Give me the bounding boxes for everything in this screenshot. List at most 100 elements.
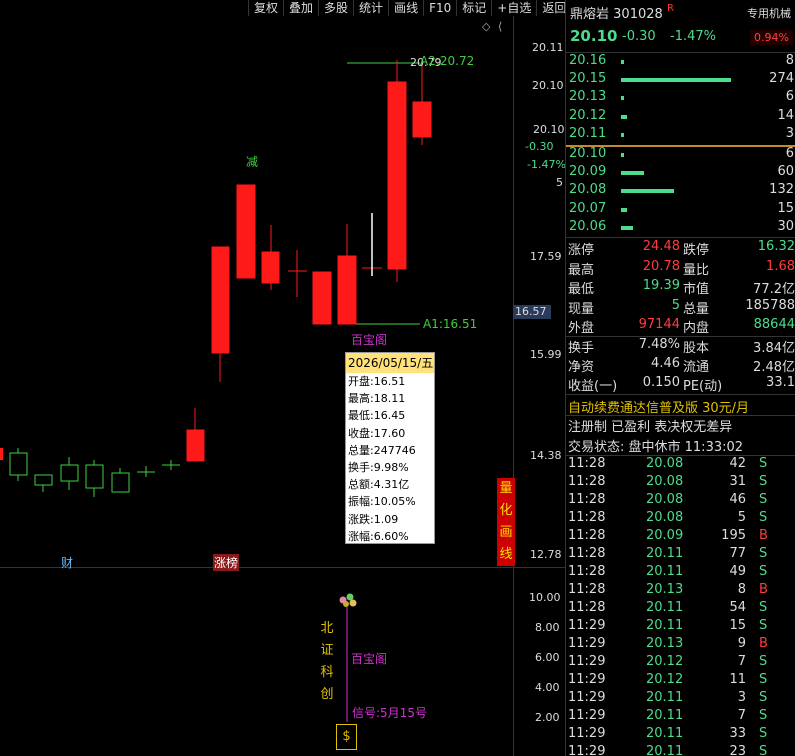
tick-price: 20.08 [646,456,684,471]
diamond-icon[interactable]: ◇ [482,20,490,33]
tick-volume: 7 [737,708,746,723]
tick-row[interactable]: 11:29 20.13 9 B [566,636,795,654]
tick-row[interactable]: 11:29 20.11 3 S [566,690,795,708]
tick-volume: 31 [729,474,746,489]
quote-label: 涨停 [568,243,595,258]
tick-row[interactable]: 11:29 20.11 7 S [566,708,795,726]
quote-value: 0.150 [642,375,680,390]
kline-chart[interactable]: 减 20.79 A2:20.72 A1:16.51 百宝阁 财 涨榜 量化画线 … [0,0,566,756]
quote-label: 总量 [683,301,710,317]
quant-drawline-label[interactable]: 量化画线 [497,478,515,566]
tick-row[interactable]: 11:29 20.12 7 S [566,654,795,672]
tick-row[interactable]: 11:29 20.12 11 S [566,672,795,690]
toolbar-tongji-button[interactable]: 统计 [353,0,388,16]
zhangbang-marker[interactable]: 涨榜 [213,554,240,571]
tick-volume: 33 [729,726,746,741]
tick-row[interactable]: 11:28 20.11 49 S [566,564,795,582]
tooltip-line: 总额:4.31亿 [348,478,410,492]
order-volume: 30 [777,218,794,234]
order-volume-bar [621,153,624,157]
tick-volume: 77 [729,546,746,561]
high-line-label: A2:20.72 [420,54,475,68]
sell-order-row[interactable]: 20.13 6 [566,89,795,106]
order-price: 20.12 [569,107,607,123]
quote-value: 4.46 [651,356,680,371]
subscription-ad[interactable]: 自动续费通达信普及版 30元/月 [568,397,749,416]
order-volume-bar [621,189,674,194]
tick-row[interactable]: 11:28 20.08 5 S [566,510,795,528]
order-price: 20.16 [569,53,607,68]
tick-volume: 54 [729,600,746,615]
sell-order-row[interactable]: 20.16 8 [566,53,795,70]
buy-order-row[interactable]: 20.06 30 [566,219,795,236]
toolbar-diejia-button[interactable]: 叠加 [283,0,318,16]
stock-code: 301028 [613,7,663,22]
tick-volume: 15 [729,618,746,633]
tick-side: S [759,546,768,561]
tick-time: 11:28 [568,528,606,543]
toolbar-duogu-button[interactable]: 多股 [318,0,353,16]
quote-row: 换手 7.48% 股本 3.84亿 [566,337,795,357]
expand-icon[interactable]: ⟨ [498,20,502,33]
order-volume: 6 [785,89,794,105]
tick-row[interactable]: 11:28 20.09 195 B [566,528,795,546]
toolbar-f10-button[interactable]: F10 [423,0,456,16]
cai-marker[interactable]: 财 [61,554,73,571]
tick-time: 11:28 [568,546,606,561]
price-change: -0.30 [622,29,656,44]
tick-side: S [759,672,768,687]
quote-value: 33.1 [766,375,795,390]
tick-row[interactable]: 11:28 20.11 54 S [566,600,795,618]
tick-volume: 3 [737,690,746,705]
tick-price: 20.12 [646,672,684,687]
tooltip-line: 最高:18.11 [348,392,406,406]
order-price: 20.15 [569,71,607,87]
tick-row[interactable]: 11:28 20.08 42 S [566,456,795,474]
buy-order-row[interactable]: 20.07 15 [566,201,795,218]
tick-time: 11:29 [568,708,606,723]
baobaoge-volume-marker[interactable]: 百宝阁 [351,650,387,667]
toolbar-fuquan-button[interactable]: 复权 [248,0,283,16]
tick-side: B [759,636,768,651]
sell-order-row[interactable]: 20.15 274 [566,71,795,88]
order-price: 20.07 [569,200,607,216]
tick-volume: 42 [729,456,746,471]
quote-value: 2.48亿 [753,360,795,375]
stock-name: 鼎熔岩 [570,7,610,22]
industry-tag[interactable]: 专用机械 [747,5,791,21]
tick-row[interactable]: 11:28 20.08 31 S [566,474,795,492]
tick-row[interactable]: 11:28 20.13 8 B [566,582,795,600]
tick-row[interactable]: 11:29 20.11 33 S [566,726,795,744]
buy-order-row[interactable]: 20.09 60 [566,164,795,181]
tick-side: S [759,564,768,579]
order-volume: 8 [785,53,794,68]
sell-order-row[interactable]: 20.11 3 [566,126,795,143]
tick-row[interactable]: 11:29 20.11 23 S [566,744,795,756]
money-bag-icon[interactable]: $ [336,724,357,750]
toolbar-huaxian-button[interactable]: 画线 [388,0,423,16]
order-volume-bar [621,207,627,212]
order-price: 20.09 [569,164,607,180]
toolbar-zixuan-button[interactable]: +自选 [491,0,536,16]
tick-row[interactable]: 11:28 20.08 46 S [566,492,795,510]
order-volume-bar [621,78,731,83]
tick-time: 11:28 [568,510,606,525]
tick-volume: 195 [721,528,746,543]
baobaoge-marker[interactable]: 百宝阁 [351,331,387,348]
order-volume-bar [621,96,624,101]
quote-panel: 鼎熔岩 301028 R 专用机械 20.10 -0.30 -1.47% 0.9… [565,0,795,756]
tick-time: 11:28 [568,564,606,579]
tick-row[interactable]: 11:29 20.11 15 S [566,618,795,636]
toolbar-biaoji-button[interactable]: 标记 [456,0,491,16]
jian-marker: 减 [246,155,259,169]
price-change-pct: -1.47% [670,29,716,44]
tick-row[interactable]: 11:28 20.11 77 S [566,546,795,564]
tick-side: S [759,744,768,756]
buy-order-row[interactable]: 20.08 132 [566,182,795,199]
tick-time: 11:28 [568,582,606,597]
tick-price: 20.11 [646,726,684,741]
sell-order-row[interactable]: 20.12 14 [566,108,795,125]
buy-order-row[interactable]: 20.10 6 [566,146,795,163]
candles-svg [0,60,432,722]
quote-label: 换手 [568,341,595,356]
